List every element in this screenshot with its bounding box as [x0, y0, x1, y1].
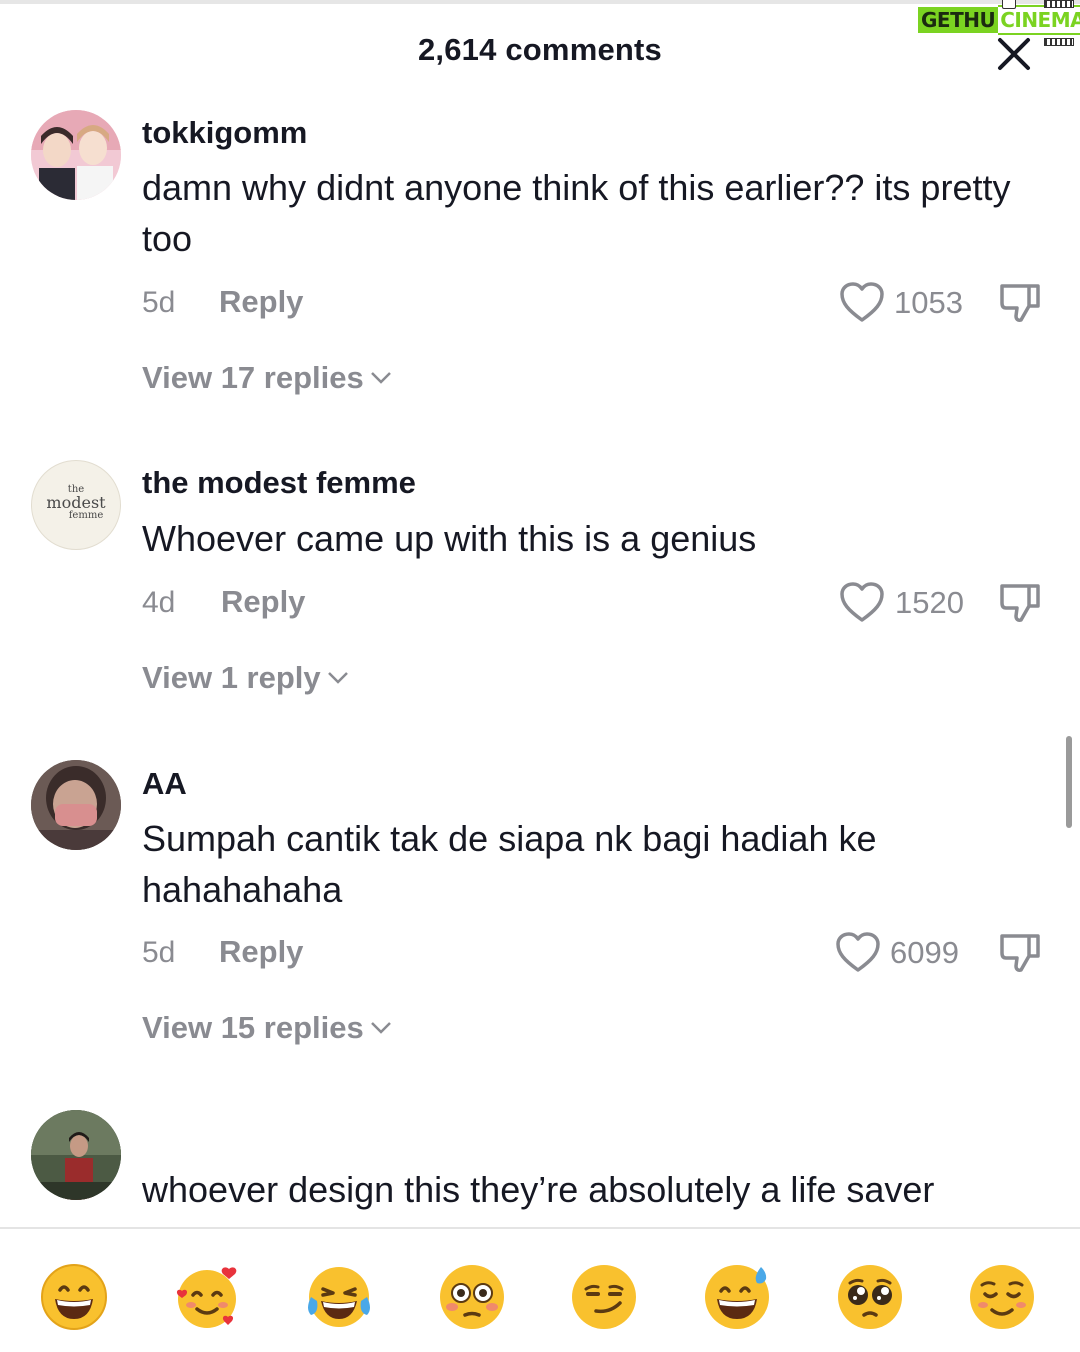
pleading-face-emoji-icon[interactable] [836, 1263, 904, 1331]
comment-text: Sumpah cantik tak de siapa nk bagi hadia… [142, 818, 877, 910]
relieved-face-emoji-icon[interactable] [968, 1263, 1036, 1331]
thumbs-down-icon [1000, 284, 1040, 322]
comment-username[interactable]: AA [142, 766, 187, 802]
avatar[interactable] [31, 1110, 121, 1200]
camera-icon [1002, 0, 1016, 9]
reply-button[interactable]: Reply [221, 584, 305, 620]
avatar-photo [31, 760, 121, 850]
smiling-face-with-hearts-emoji-icon[interactable] [173, 1263, 241, 1331]
watermark-text-1: GETHU [918, 7, 999, 33]
dislike-button[interactable] [998, 281, 1042, 325]
avatar-logo-word: femme [68, 510, 104, 521]
avatar-logo: the modest femme [32, 485, 120, 521]
emoji-quick-bar [0, 1227, 1080, 1352]
close-icon [998, 38, 1030, 70]
heart-icon [836, 932, 880, 972]
like-button[interactable] [834, 930, 882, 979]
face-with-tears-of-joy-emoji-icon[interactable] [305, 1263, 373, 1331]
view-replies-label: View 1 reply [142, 660, 321, 695]
comment-age: 5d [142, 936, 176, 969]
avatar[interactable]: the modest femme [31, 460, 121, 550]
like-count: 1053 [894, 285, 963, 320]
view-replies-button[interactable]: View 17 replies [142, 360, 392, 396]
comments-count-title: 2,614 comments [417, 32, 663, 67]
thumbs-down-icon [1000, 584, 1040, 622]
reply-button[interactable]: Reply [219, 284, 303, 320]
chevron-down-icon [370, 1022, 391, 1034]
thumbs-down-icon [1000, 934, 1040, 972]
like-button[interactable] [838, 580, 886, 629]
avatar-photo [31, 110, 121, 200]
chevron-down-icon [370, 372, 391, 384]
flushed-face-emoji-icon[interactable] [438, 1263, 506, 1331]
chevron-down-icon [327, 672, 348, 684]
film-strip-icon [1044, 0, 1074, 8]
dislike-button[interactable] [998, 581, 1042, 625]
avatar[interactable] [31, 760, 121, 850]
dislike-button[interactable] [998, 931, 1042, 975]
grinning-face-emoji-icon[interactable] [40, 1263, 108, 1331]
watermark-logo: GETHU CINEMA [918, 0, 1080, 46]
grinning-face-with-sweat-emoji-icon[interactable] [703, 1263, 771, 1331]
comment-username[interactable]: tokkigomm [142, 115, 307, 151]
close-button[interactable] [994, 34, 1034, 74]
comment-age: 4d [142, 586, 176, 619]
comment-age: 5d [142, 286, 176, 319]
comment-text: whoever design this they’re absolutely a… [142, 1169, 935, 1210]
like-button[interactable] [838, 280, 886, 329]
like-count: 1520 [895, 585, 964, 620]
like-count: 6099 [890, 935, 959, 970]
comment-username[interactable]: the modest femme [142, 465, 416, 501]
heart-icon [840, 582, 884, 622]
heart-icon [840, 282, 884, 322]
view-replies-label: View 15 replies [142, 1010, 364, 1045]
view-replies-button[interactable]: View 1 reply [142, 660, 349, 696]
avatar-photo [31, 1110, 121, 1200]
smirking-face-emoji-icon[interactable] [570, 1263, 638, 1331]
top-divider [0, 0, 1080, 4]
view-replies-button[interactable]: View 15 replies [142, 1010, 392, 1046]
avatar[interactable] [31, 110, 121, 200]
avatar-logo-word: modest [46, 493, 106, 512]
view-replies-label: View 17 replies [142, 360, 364, 395]
comment-text: damn why didnt anyone think of this earl… [142, 167, 1011, 259]
watermark-text-2: CINEMA [998, 5, 1080, 35]
comment-text: Whoever came up with this is a genius [142, 518, 757, 559]
reply-button[interactable]: Reply [219, 934, 303, 970]
scrollbar[interactable] [1066, 736, 1072, 828]
